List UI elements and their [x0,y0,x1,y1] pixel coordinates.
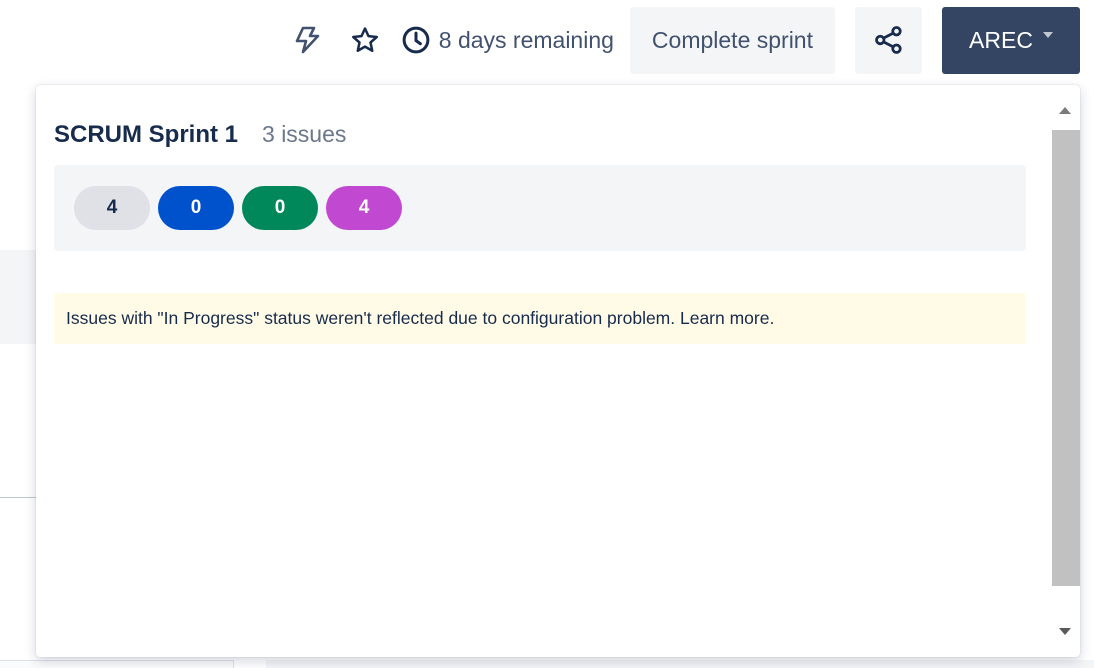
user-menu-button[interactable]: AREC [942,6,1080,74]
chevron-down-icon [1042,32,1053,38]
status-badge-other: 4 [326,186,402,230]
star-icon[interactable] [345,20,385,60]
scrollbar-thumb[interactable] [1052,130,1080,586]
time-remaining: 8 days remaining [401,20,614,60]
issue-count: 3 issues [262,121,347,147]
status-counts-panel: 4 0 0 4 [54,165,1026,251]
scroll-up-icon[interactable] [1059,107,1071,114]
background-panel-bottom-left [0,660,234,668]
sprint-toolbar: 8 days remaining Complete sprint AREC [287,6,1080,74]
automation-icon[interactable] [287,20,327,60]
share-icon [874,26,902,54]
scroll-down-icon[interactable] [1059,628,1071,635]
configuration-warning: Issues with "In Progress" status weren't… [54,293,1026,344]
share-button[interactable] [855,6,922,74]
user-menu-label: AREC [969,26,1033,53]
status-badge-todo: 4 [74,186,150,230]
time-remaining-label: 8 days remaining [438,26,614,53]
sprint-details-popover: SCRUM Sprint 1 3 issues 4 0 0 4 Issues w… [36,85,1080,657]
status-badge-in-progress: 0 [158,186,234,230]
clock-icon [402,26,430,54]
complete-sprint-button[interactable]: Complete sprint [629,6,835,74]
background-panel-bottom-right [266,660,1094,668]
background-panel [0,250,40,344]
sprint-name: SCRUM Sprint 1 [54,121,239,148]
sprint-header: SCRUM Sprint 1 3 issues [54,121,346,149]
status-badge-done: 0 [242,186,318,230]
background-divider [0,497,40,498]
warning-text: Issues with "In Progress" status weren't… [66,308,775,328]
scrollbar[interactable] [1050,93,1080,649]
